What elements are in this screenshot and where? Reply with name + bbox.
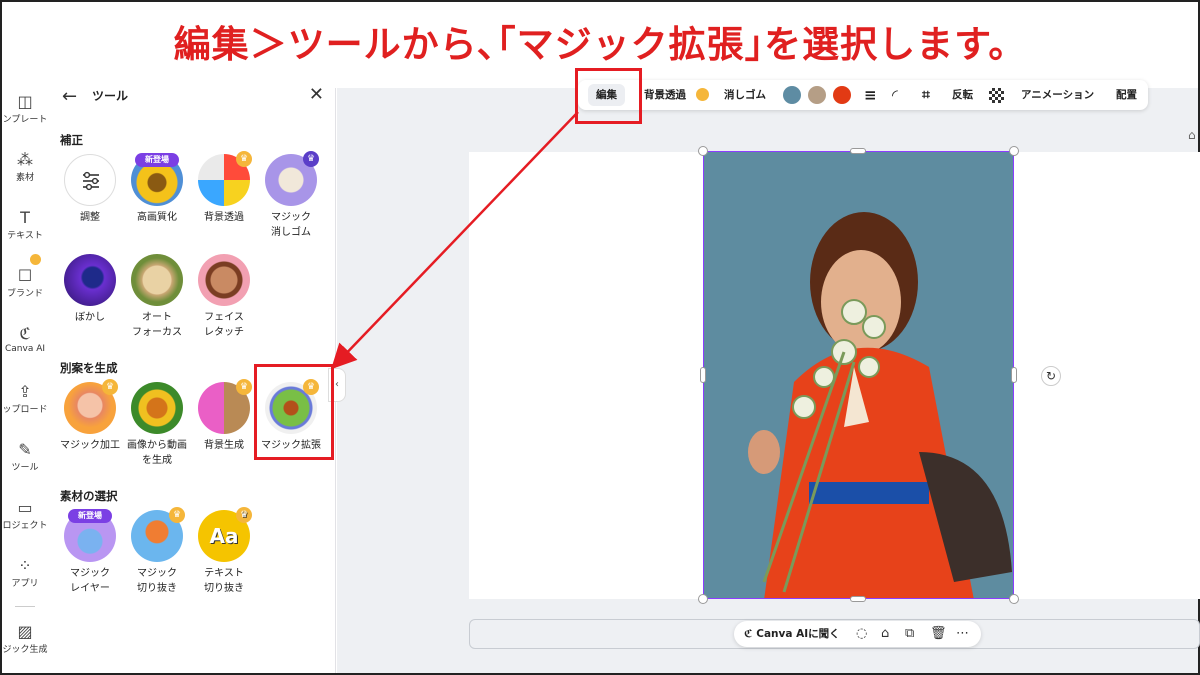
annotation-arrow — [331, 111, 579, 370]
